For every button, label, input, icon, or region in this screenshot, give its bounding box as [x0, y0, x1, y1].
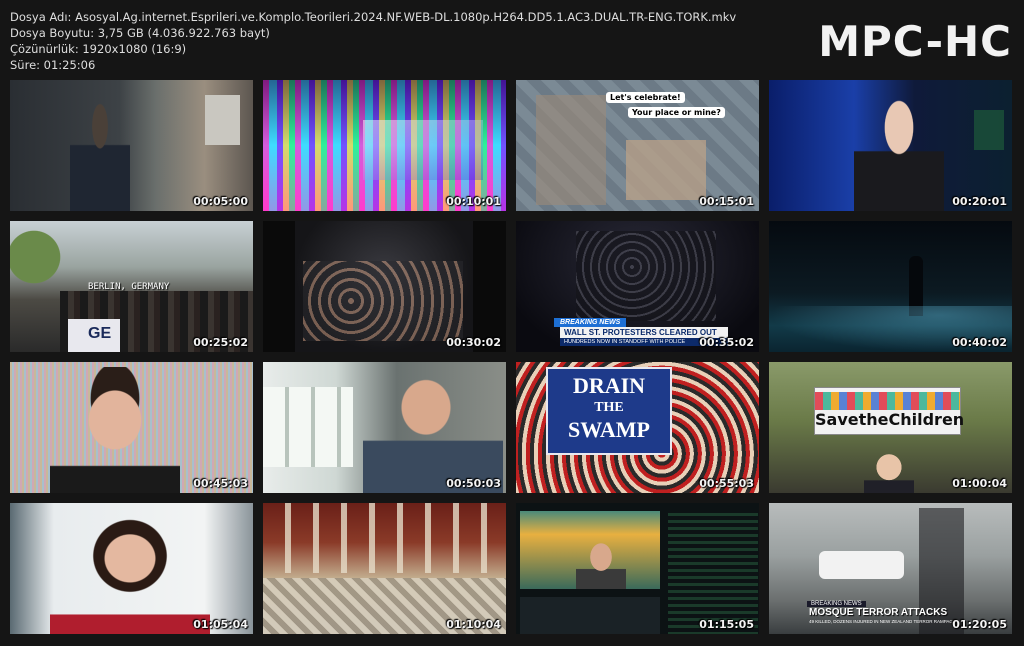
timestamp: 00:50:03: [446, 477, 501, 490]
timestamp: 00:10:01: [446, 195, 501, 208]
timestamp: 00:55:03: [699, 477, 754, 490]
thumbnail-13: 01:05:04: [10, 503, 253, 634]
file-name: Dosya Adı: Asosyal.Ag.internet.Esprileri…: [10, 10, 737, 24]
timestamp: 00:15:01: [699, 195, 754, 208]
timestamp: 00:45:03: [193, 477, 248, 490]
thumbnail-4: 00:20:01: [769, 80, 1012, 211]
sign-line-1: DRAIN: [572, 373, 646, 398]
sign-line-2: THE: [594, 400, 624, 415]
drain-the-swamp-sign: DRAIN THE SWAMP: [546, 367, 672, 455]
thumbnail-1: 00:05:00: [10, 80, 253, 211]
timestamp: 01:00:04: [952, 477, 1007, 490]
timestamp: 00:20:01: [952, 195, 1007, 208]
thumbnail-6: 00:30:02: [263, 221, 506, 352]
thumbnail-5: BERLIN, GERMANY GE 00:25:02: [10, 221, 253, 352]
mpc-hc-logo: MPC-HC: [818, 17, 1012, 66]
timestamp: 00:30:02: [446, 336, 501, 349]
thumbnail-7: BREAKING NEWS WALL ST. PROTESTERS CLEARE…: [516, 221, 759, 352]
timestamp: 00:40:02: [952, 336, 1007, 349]
thumbnail-12: SavetheChildren 01:00:04: [769, 362, 1012, 493]
timestamp: 01:05:04: [193, 618, 248, 631]
file-info: Dosya Adı: Asosyal.Ag.internet.Esprileri…: [10, 9, 736, 73]
timestamp: 00:05:00: [193, 195, 248, 208]
speech-bubble: Let's celebrate!: [606, 92, 685, 103]
thumbnail-8: 00:40:02: [769, 221, 1012, 352]
protest-banner: GE: [68, 319, 120, 352]
thumbnail-2: 00:10:01: [263, 80, 506, 211]
location-caption: BERLIN, GERMANY: [88, 282, 170, 292]
timestamp: 01:15:05: [699, 618, 754, 631]
thumbnail-3: Let's celebrate! Your place or mine? 00:…: [516, 80, 759, 211]
resolution: Çözünürlük: 1920x1080 (16:9): [10, 42, 187, 56]
thumbnail-grid: 00:05:00 00:10:01 Let's celebrate! Your …: [10, 80, 1014, 634]
news-subline: 49 KILLED, DOZENS INJURED IN NEW ZEALAND…: [809, 619, 956, 624]
thumbnail-10: 00:50:03: [263, 362, 506, 493]
thumbnail-14: 01:10:04: [263, 503, 506, 634]
sign-text: SavetheChildren: [815, 410, 965, 429]
thumbnail-9: 00:45:03: [10, 362, 253, 493]
timestamp: 01:20:05: [952, 618, 1007, 631]
breaking-news-tag: BREAKING NEWS: [554, 318, 627, 327]
duration: Süre: 01:25:06: [10, 58, 96, 72]
thumbnail-11: DRAIN THE SWAMP 00:55:03: [516, 362, 759, 493]
thumbnail-15: 01:15:05: [516, 503, 759, 634]
sign-line-3: SWAMP: [568, 417, 650, 442]
timestamp: 00:35:02: [699, 336, 754, 349]
thumbnail-16: BREAKING NEWS MOSQUE TERROR ATTACKS 49 K…: [769, 503, 1012, 634]
news-headline: MOSQUE TERROR ATTACKS: [809, 607, 948, 618]
speech-bubble: Your place or mine?: [628, 107, 725, 118]
file-size: Dosya Boyutu: 3,75 GB (4.036.922.763 bay…: [10, 26, 270, 40]
timestamp: 00:25:02: [193, 336, 248, 349]
timestamp: 01:10:04: [446, 618, 501, 631]
save-the-children-sign: SavetheChildren: [814, 387, 965, 435]
